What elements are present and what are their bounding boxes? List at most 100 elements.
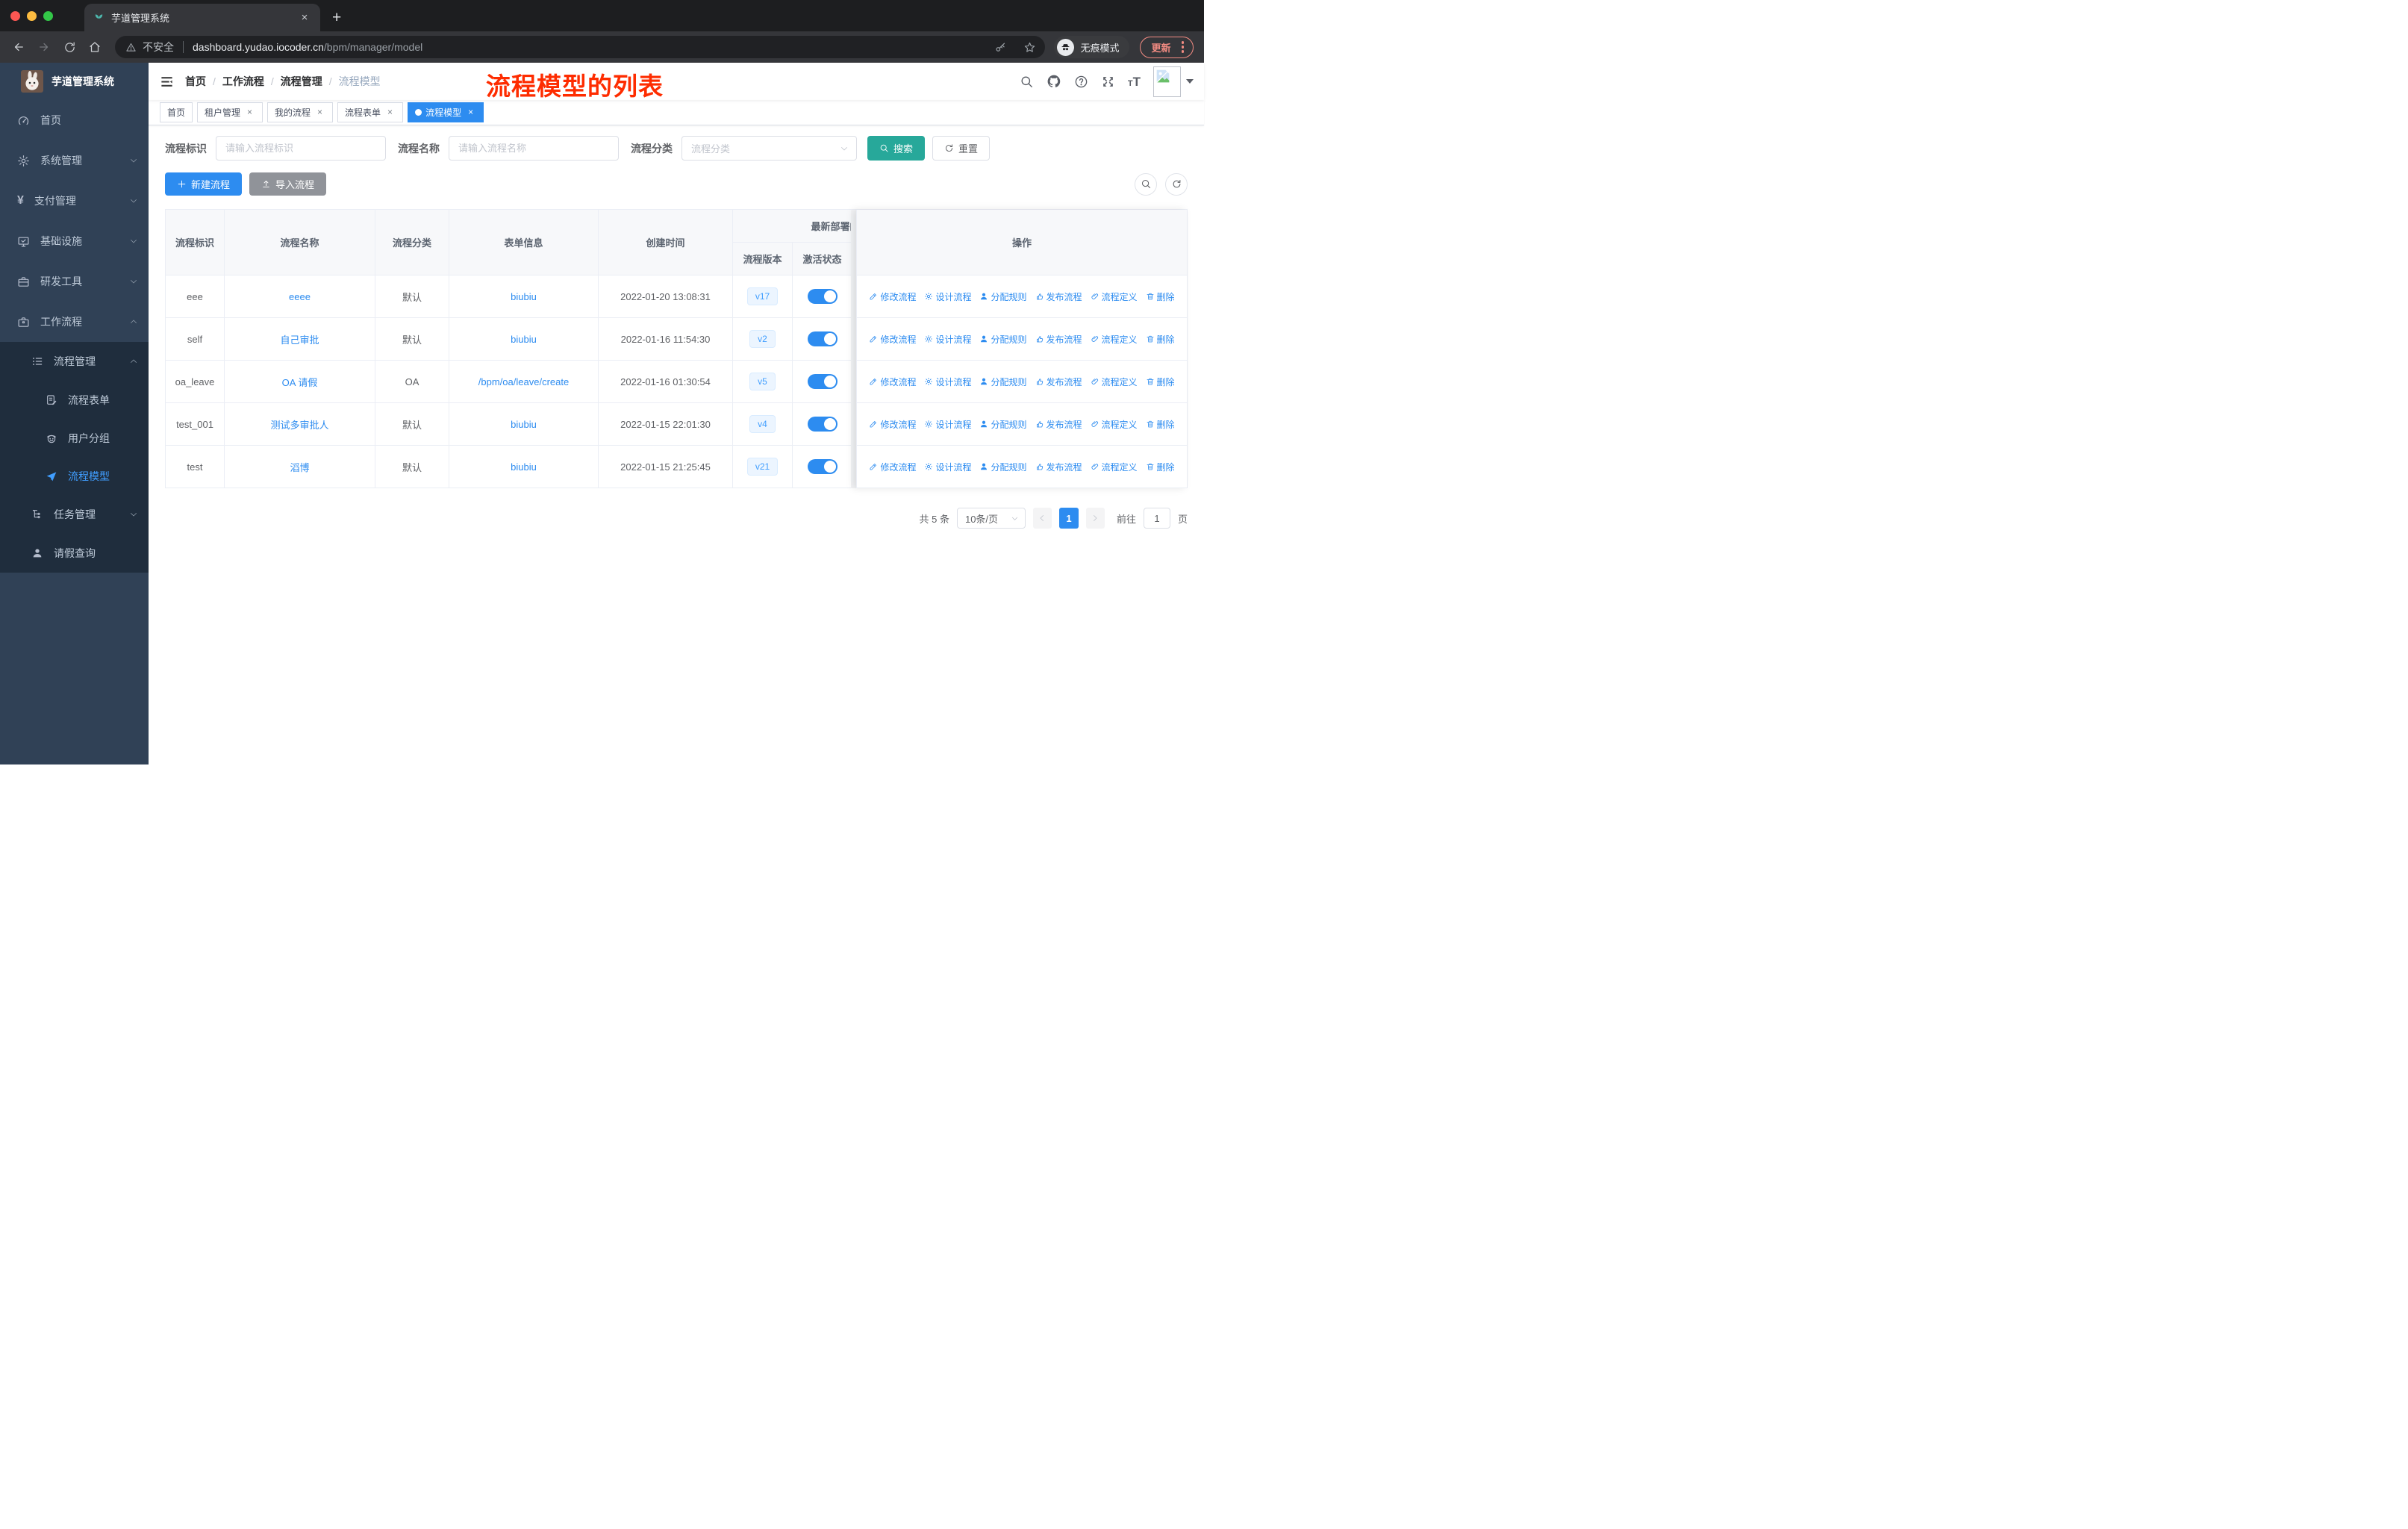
minimize-window-button[interactable] (27, 10, 37, 21)
publish-process-link[interactable]: 发布流程 (1035, 461, 1082, 473)
import-process-button[interactable]: 导入流程 (249, 172, 327, 196)
process-name-link[interactable]: 测试多审批人 (270, 417, 328, 432)
process-definition-link[interactable]: 流程定义 (1091, 333, 1138, 346)
modify-process-link[interactable]: 修改流程 (869, 333, 916, 346)
breadcrumb-home[interactable]: 首页 (185, 74, 206, 89)
sidebar-item-process-management[interactable]: 流程管理 (0, 342, 149, 381)
sidebar-item-task-management[interactable]: 任务管理 (0, 495, 149, 534)
search-icon[interactable] (1020, 75, 1034, 89)
delete-link[interactable]: 删除 (1146, 290, 1175, 303)
close-icon[interactable]: × (465, 107, 476, 118)
browser-tab[interactable]: 芋道管理系统 × (84, 4, 320, 31)
process-definition-link[interactable]: 流程定义 (1091, 290, 1138, 303)
search-button[interactable]: 搜索 (867, 136, 926, 161)
process-name-input[interactable] (449, 136, 619, 161)
close-icon[interactable]: × (384, 107, 396, 118)
process-category-select[interactable]: 流程分类 (681, 136, 857, 161)
activation-toggle[interactable] (807, 459, 838, 474)
modify-process-link[interactable]: 修改流程 (869, 418, 916, 431)
tab-close-icon[interactable]: × (298, 11, 311, 25)
show-search-icon[interactable] (1135, 172, 1157, 196)
sidebar-item-process-form[interactable]: 流程表单 (0, 381, 149, 419)
modify-process-link[interactable]: 修改流程 (869, 376, 916, 388)
delete-link[interactable]: 删除 (1146, 461, 1175, 473)
publish-process-link[interactable]: 发布流程 (1035, 376, 1082, 388)
assign-rule-link[interactable]: 分配规则 (979, 461, 1027, 473)
process-name-link[interactable]: 自己审批 (280, 332, 319, 346)
form-info-link[interactable]: biubiu (511, 461, 537, 473)
process-name-link[interactable]: eeee (289, 291, 311, 302)
close-icon[interactable]: × (314, 107, 325, 118)
sidebar-item-leave-query[interactable]: 请假查询 (0, 534, 149, 573)
tag-process-form[interactable]: 流程表单 × (337, 102, 404, 122)
delete-link[interactable]: 删除 (1146, 418, 1175, 431)
activation-toggle[interactable] (807, 331, 838, 346)
sidebar-item-system[interactable]: 系统管理 (0, 140, 149, 181)
delete-link[interactable]: 删除 (1146, 333, 1175, 346)
browser-update-button[interactable]: 更新 (1140, 36, 1194, 58)
design-process-link[interactable]: 设计流程 (924, 290, 971, 303)
design-process-link[interactable]: 设计流程 (924, 333, 971, 346)
form-info-link[interactable]: biubiu (511, 334, 537, 345)
process-definition-link[interactable]: 流程定义 (1091, 461, 1138, 473)
font-size-icon[interactable]: TT (1128, 75, 1141, 88)
design-process-link[interactable]: 设计流程 (924, 418, 971, 431)
home-icon[interactable] (84, 36, 106, 58)
form-info-link[interactable]: biubiu (511, 291, 537, 302)
tag-process-model[interactable]: 流程模型 × (408, 102, 484, 122)
modify-process-link[interactable]: 修改流程 (869, 290, 916, 303)
password-key-icon[interactable] (994, 41, 1007, 54)
tag-my-process[interactable]: 我的流程 × (267, 102, 334, 122)
process-definition-link[interactable]: 流程定义 (1091, 376, 1138, 388)
refresh-icon[interactable] (1165, 172, 1188, 196)
activation-toggle[interactable] (807, 289, 838, 304)
page-size-select[interactable]: 10条/页 (956, 508, 1026, 529)
prev-page-button[interactable] (1032, 508, 1052, 529)
new-tab-button[interactable]: + (332, 9, 341, 27)
process-name-link[interactable]: OA 请假 (282, 375, 318, 389)
sidebar-item-workflow[interactable]: 工作流程 (0, 302, 149, 342)
goto-page-input[interactable] (1143, 508, 1170, 529)
github-icon[interactable] (1047, 74, 1061, 89)
sidebar-item-process-model[interactable]: 流程模型 (0, 457, 149, 495)
reload-icon[interactable] (58, 36, 81, 58)
form-info-link[interactable]: /bpm/oa/leave/create (478, 376, 569, 387)
close-window-button[interactable] (10, 10, 20, 21)
forward-icon[interactable] (33, 36, 55, 58)
maximize-window-button[interactable] (43, 10, 53, 21)
address-bar[interactable]: 不安全 dashboard.yudao.iocoder.cn/bpm/manag… (115, 36, 1046, 58)
modify-process-link[interactable]: 修改流程 (869, 461, 916, 473)
help-icon[interactable] (1074, 75, 1088, 89)
delete-link[interactable]: 删除 (1146, 376, 1175, 388)
user-avatar[interactable] (1153, 66, 1194, 97)
tag-tenant[interactable]: 租户管理 × (197, 102, 263, 122)
tag-home[interactable]: 首页 (160, 102, 193, 122)
create-process-button[interactable]: 新建流程 (165, 172, 243, 196)
design-process-link[interactable]: 设计流程 (924, 376, 971, 388)
browser-menu-icon[interactable] (1179, 41, 1188, 53)
next-page-button[interactable] (1085, 508, 1105, 529)
activation-toggle[interactable] (807, 374, 838, 389)
publish-process-link[interactable]: 发布流程 (1035, 418, 1082, 431)
assign-rule-link[interactable]: 分配规则 (979, 333, 1027, 346)
page-number-button[interactable]: 1 (1058, 508, 1079, 529)
process-name-link[interactable]: 滔博 (290, 460, 309, 474)
reset-button[interactable]: 重置 (932, 136, 991, 161)
sidebar-item-user-group[interactable]: 用户分组 (0, 419, 149, 457)
assign-rule-link[interactable]: 分配规则 (979, 418, 1027, 431)
sidebar-item-devtools[interactable]: 研发工具 (0, 261, 149, 302)
process-key-input[interactable] (216, 136, 386, 161)
sidebar-item-payment[interactable]: ¥ 支付管理 (0, 181, 149, 221)
assign-rule-link[interactable]: 分配规则 (979, 290, 1027, 303)
activation-toggle[interactable] (807, 417, 838, 432)
design-process-link[interactable]: 设计流程 (924, 461, 971, 473)
assign-rule-link[interactable]: 分配规则 (979, 376, 1027, 388)
breadcrumb-process-management[interactable]: 流程管理 (281, 74, 322, 89)
hamburger-icon[interactable] (149, 75, 185, 89)
sidebar-item-infrastructure[interactable]: 基础设施 (0, 221, 149, 261)
form-info-link[interactable]: biubiu (511, 419, 537, 430)
fullscreen-icon[interactable] (1101, 75, 1115, 89)
sidebar-item-home[interactable]: 首页 (0, 100, 149, 140)
close-icon[interactable]: × (244, 107, 255, 118)
bookmark-star-icon[interactable] (1023, 41, 1036, 54)
